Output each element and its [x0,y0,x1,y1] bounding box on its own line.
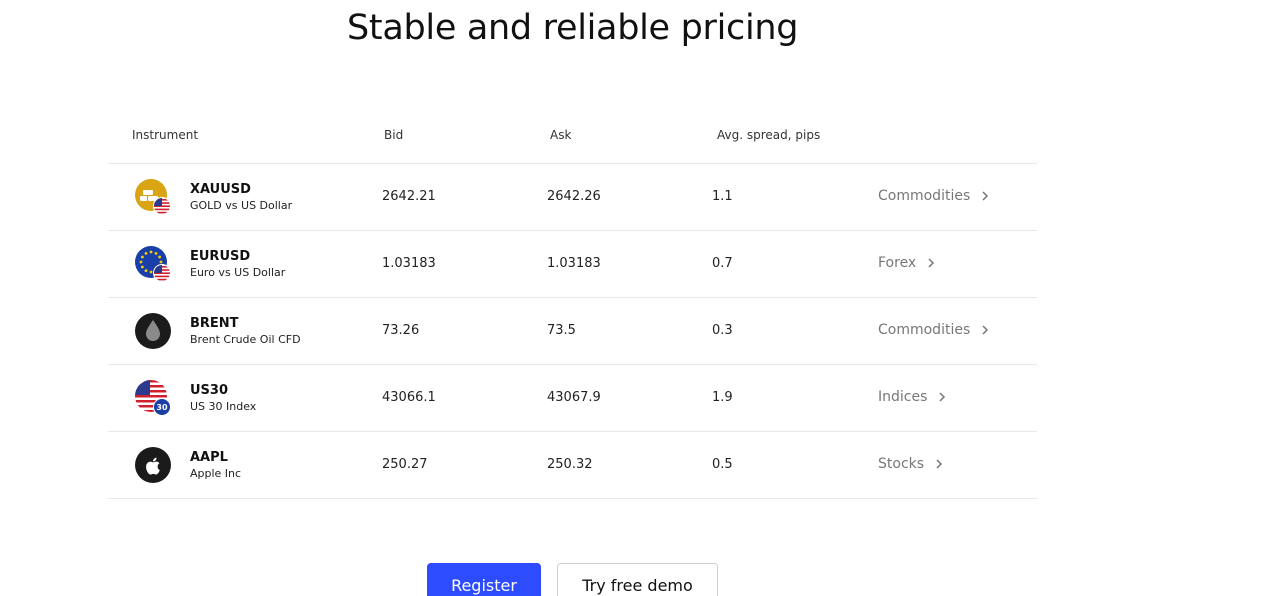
chevron-right-icon [982,325,989,335]
column-header-ask: Ask [550,128,572,142]
column-header-bid: Bid [384,128,404,142]
index-badge: 30 [156,403,168,412]
instrument-name: GOLD vs US Dollar [190,199,293,212]
category-link[interactable]: Stocks [878,456,944,472]
instrument-name: Euro vs US Dollar [190,266,286,279]
chevron-right-icon [928,258,935,268]
instrument-name: Apple Inc [190,467,242,480]
bid-value: 2642.21 [382,189,436,204]
bid-value: 1.03183 [382,256,436,271]
instrument-symbol: BRENT [190,316,239,331]
category-link[interactable]: Commodities [878,188,990,204]
chevron-right-icon [936,459,943,469]
category-label: Commodities [878,322,971,338]
us-flag-icon: 30 [135,380,171,416]
table-row[interactable]: XAUUSD GOLD vs US Dollar 2642.21 2642.26… [108,164,1037,231]
category-label: Forex [878,255,917,271]
category-label: Commodities [878,188,971,204]
table-row[interactable]: BRENT Brent Crude Oil CFD 73.26 73.5 0.3… [108,298,1037,365]
spread-value: 0.5 [712,457,733,472]
category-label: Stocks [878,456,925,472]
ask-value: 1.03183 [547,256,601,271]
instrument-name: US 30 Index [190,400,257,413]
chevron-right-icon [982,191,989,201]
bid-value: 73.26 [382,323,420,338]
spread-value: 1.1 [712,189,733,204]
pricing-section: Stable and reliable pricing Instrument B… [0,0,1287,596]
table-row[interactable]: AAPL Apple Inc 250.27 250.32 0.5 Stocks [108,432,1037,499]
spread-value: 0.3 [712,323,733,338]
try-free-demo-button[interactable]: Try free demo [557,563,718,596]
ask-value: 43067.9 [547,390,601,405]
spread-value: 1.9 [712,390,733,405]
gold-icon [135,179,171,215]
eu-flag-icon [135,246,171,282]
column-header-spread: Avg. spread, pips [717,128,821,142]
oil-drop-icon [135,313,171,349]
ask-value: 73.5 [547,323,576,338]
register-button[interactable]: Register [427,563,541,596]
column-header-instrument: Instrument [132,128,199,142]
ask-value: 250.32 [547,457,593,472]
instrument-symbol: US30 [190,383,229,398]
category-link[interactable]: Forex [878,255,936,271]
instrument-symbol: XAUUSD [190,182,251,197]
instrument-name: Brent Crude Oil CFD [190,333,301,346]
category-label: Indices [878,389,928,405]
instrument-symbol: AAPL [190,450,228,465]
bid-value: 250.27 [382,457,428,472]
table-row[interactable]: EURUSD Euro vs US Dollar 1.03183 1.03183… [108,231,1037,298]
table-row[interactable]: 30 US30 US 30 Index 43066.1 43067.9 1.9 … [108,365,1037,432]
ask-value: 2642.26 [547,189,601,204]
chevron-right-icon [939,392,946,402]
page-title: Stable and reliable pricing [347,8,799,48]
bid-value: 43066.1 [382,390,436,405]
instrument-symbol: EURUSD [190,249,251,264]
apple-logo-icon [135,447,171,483]
pricing-table: Instrument Bid Ask Avg. spread, pips XAU… [108,110,1037,499]
category-link[interactable]: Commodities [878,322,990,338]
spread-value: 0.7 [712,256,733,271]
category-link[interactable]: Indices [878,389,947,405]
table-header: Instrument Bid Ask Avg. spread, pips [108,110,1037,164]
